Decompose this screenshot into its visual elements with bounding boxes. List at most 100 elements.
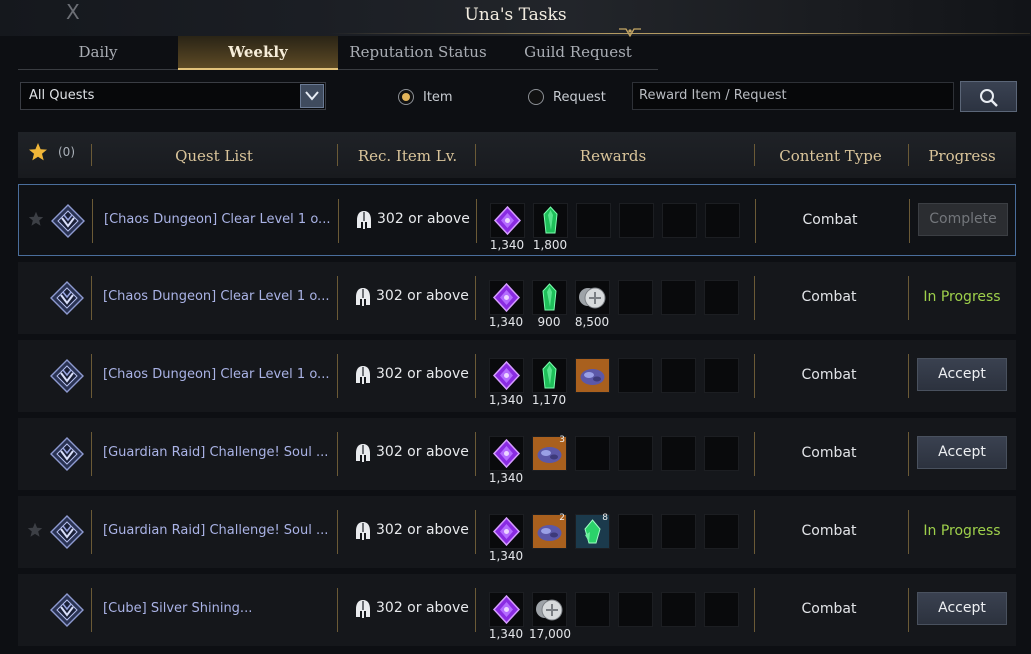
divider bbox=[92, 199, 93, 243]
divider bbox=[337, 432, 338, 476]
reward-slot[interactable] bbox=[575, 358, 610, 393]
reward-slot bbox=[704, 436, 739, 471]
radio-request-label: Request bbox=[553, 89, 606, 105]
radio-item[interactable]: Item bbox=[398, 89, 453, 105]
reward-slot bbox=[618, 592, 653, 627]
reward-slot[interactable] bbox=[532, 592, 567, 627]
progress-status: In Progress bbox=[923, 289, 1001, 305]
complete-button[interactable]: Complete bbox=[918, 203, 1008, 236]
reward-slot bbox=[662, 203, 697, 238]
content-type: Combat bbox=[801, 601, 857, 617]
reward-slot bbox=[618, 436, 653, 471]
reward-slot[interactable] bbox=[489, 358, 524, 393]
favorite-star-icon[interactable] bbox=[28, 142, 48, 162]
reward-slot[interactable] bbox=[489, 592, 524, 627]
content-type: Combat bbox=[801, 289, 857, 305]
favorite-count: (0) bbox=[58, 145, 75, 159]
rec-item-level: 302 or above bbox=[376, 444, 469, 460]
radio-dot bbox=[528, 89, 544, 105]
reward-slot[interactable]: 3 bbox=[532, 435, 567, 471]
tab-weekly[interactable]: Weekly bbox=[178, 36, 338, 70]
reward-slot bbox=[704, 280, 739, 315]
table-row[interactable]: [Chaos Dungeon] Clear Level 1 o... 302 or… bbox=[18, 340, 1016, 412]
divider bbox=[908, 510, 909, 554]
content-type: Combat bbox=[801, 367, 857, 383]
reward-slot[interactable] bbox=[489, 514, 524, 549]
header-rec-item-lv[interactable]: Rec. Item Lv. bbox=[340, 147, 475, 165]
reward-slot bbox=[661, 592, 696, 627]
search-button[interactable] bbox=[960, 81, 1017, 112]
tab-daily[interactable]: Daily bbox=[18, 36, 178, 70]
reward-amount: 1,340 bbox=[488, 393, 524, 407]
divider bbox=[475, 432, 476, 476]
tab-bar: Daily Weekly Reputation Status Guild Req… bbox=[18, 36, 658, 70]
divider bbox=[91, 354, 92, 398]
accept-button[interactable]: Accept bbox=[917, 436, 1007, 469]
divider bbox=[908, 144, 909, 166]
reward-slot[interactable] bbox=[533, 203, 568, 238]
divider bbox=[476, 199, 477, 243]
quest-icon bbox=[51, 204, 85, 238]
reward-slot bbox=[705, 203, 740, 238]
reward-slot bbox=[661, 280, 696, 315]
reward-slot[interactable] bbox=[532, 280, 567, 315]
reward-amount: 1,800 bbox=[532, 238, 568, 252]
quest-icon bbox=[50, 359, 84, 393]
radio-request[interactable]: Request bbox=[528, 89, 606, 105]
quest-name[interactable]: [Chaos Dungeon] Clear Level 1 o... bbox=[103, 367, 329, 382]
reward-slot[interactable] bbox=[489, 436, 524, 471]
helmet-icon bbox=[355, 365, 371, 389]
helmet-icon bbox=[355, 599, 371, 623]
quest-name[interactable]: [Chaos Dungeon] Clear Level 1 o... bbox=[103, 289, 329, 304]
reward-slot[interactable]: 2 bbox=[532, 513, 567, 549]
divider bbox=[475, 144, 476, 166]
tab-reputation-status[interactable]: Reputation Status bbox=[338, 36, 498, 70]
header-content-type[interactable]: Content Type bbox=[757, 147, 904, 165]
divider bbox=[91, 144, 92, 166]
header-progress[interactable]: Progress bbox=[911, 147, 1013, 165]
quest-name[interactable]: [Guardian Raid] Challenge! Soul ... bbox=[103, 523, 328, 538]
helmet-icon bbox=[355, 521, 371, 545]
reward-slot bbox=[661, 436, 696, 471]
search-input[interactable]: Reward Item / Request bbox=[632, 82, 954, 110]
reward-slot[interactable] bbox=[489, 280, 524, 315]
tab-guild-request[interactable]: Guild Request bbox=[498, 36, 658, 70]
accept-button[interactable]: Accept bbox=[917, 358, 1007, 391]
quest-name[interactable]: [Guardian Raid] Challenge! Soul ... bbox=[103, 445, 328, 460]
favorite-star-icon[interactable] bbox=[28, 211, 44, 231]
quest-name[interactable]: [Cube] Silver Shining... bbox=[103, 601, 252, 616]
reward-badge: 2 bbox=[559, 513, 565, 523]
table-row[interactable]: [Chaos Dungeon] Clear Level 1 o... 302 or… bbox=[18, 184, 1016, 256]
dropdown-button[interactable] bbox=[300, 84, 324, 108]
divider bbox=[338, 199, 339, 243]
reward-slot[interactable] bbox=[490, 203, 525, 238]
accept-button[interactable]: Accept bbox=[917, 592, 1007, 625]
header-rewards: Rewards bbox=[579, 147, 647, 165]
table-row[interactable]: [Cube] Silver Shining... 302 or above 1,34… bbox=[18, 574, 1016, 646]
reward-slot bbox=[618, 358, 653, 393]
chevron-down-icon bbox=[305, 91, 319, 101]
quest-name[interactable]: [Chaos Dungeon] Clear Level 1 o... bbox=[104, 212, 330, 227]
reward-amount: 8,500 bbox=[574, 315, 610, 329]
reward-slot[interactable] bbox=[575, 280, 610, 315]
divider bbox=[754, 144, 755, 166]
reward-slot bbox=[661, 514, 696, 549]
table-row[interactable]: [Guardian Raid] Challenge! Soul ... 302 o… bbox=[18, 496, 1016, 568]
rec-item-level: 302 or above bbox=[377, 211, 470, 227]
helmet-icon bbox=[356, 210, 372, 234]
divider bbox=[754, 432, 755, 476]
table-row[interactable]: [Guardian Raid] Challenge! Soul ... 302 o… bbox=[18, 418, 1016, 490]
rec-item-level: 302 or above bbox=[376, 288, 469, 304]
divider bbox=[337, 144, 338, 166]
divider bbox=[337, 588, 338, 632]
reward-amount: 1,340 bbox=[488, 315, 524, 329]
reward-slot[interactable]: 8 bbox=[575, 513, 610, 549]
header-quest-list[interactable]: Quest List bbox=[94, 147, 334, 165]
quest-filter-dropdown[interactable]: All Quests bbox=[20, 82, 326, 110]
reward-amount: 1,170 bbox=[531, 393, 567, 407]
reward-slot[interactable] bbox=[532, 358, 567, 393]
table-row[interactable]: [Chaos Dungeon] Clear Level 1 o... 302 or… bbox=[18, 262, 1016, 334]
divider bbox=[91, 276, 92, 320]
favorite-star-icon[interactable] bbox=[27, 522, 43, 542]
divider bbox=[91, 432, 92, 476]
